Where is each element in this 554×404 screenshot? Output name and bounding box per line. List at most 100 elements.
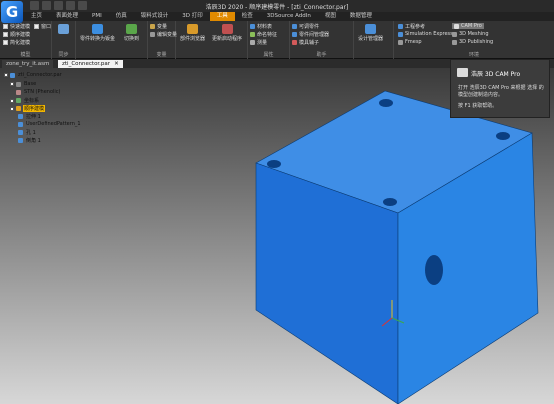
sync-subgroup: 同步 [52, 21, 76, 59]
tree-item-extrude[interactable]: 拉伸 1 [18, 113, 42, 120]
variables-group: 变量 编辑变量 变量 [148, 21, 177, 59]
side-hole[interactable] [425, 255, 443, 285]
sync-icon [58, 24, 69, 34]
fmesp-icon [398, 39, 403, 45]
tab-view[interactable]: 视图 [318, 12, 343, 21]
tree-item-base[interactable]: Base [10, 81, 37, 87]
mount-hole-left[interactable] [267, 160, 281, 168]
tree-item-material[interactable]: STN (Phenolic) [16, 89, 61, 95]
mold-helper-label[interactable]: 模具辅子 [299, 39, 319, 46]
update-group: 部件浏览器 更新启动程序 [176, 21, 248, 59]
simplified-model-radio[interactable] [3, 40, 8, 45]
3d-meshing-label[interactable]: 3D Meshing [459, 31, 489, 37]
sequential-model-radio[interactable] [3, 32, 8, 37]
tab-sheetmetal-design[interactable]: 钣料式设计 [134, 12, 176, 21]
convert-to-sheetmetal-button[interactable]: 零件转换为钣金 [80, 24, 115, 42]
mount-hole-front[interactable] [383, 198, 397, 206]
tree-item-pattern[interactable]: UserDefinedPattern_1 [18, 121, 82, 127]
sheetmetal-icon [92, 24, 103, 34]
tab-tools[interactable]: 工具 [209, 12, 235, 21]
material-table-label[interactable]: 材料表 [257, 23, 272, 30]
tree-checkbox[interactable] [4, 73, 8, 77]
tree-item-label: 倒角 1 [26, 138, 41, 144]
named-features-label[interactable]: 命名特征 [257, 31, 277, 38]
model-group-label: 模型 [20, 52, 31, 58]
cam-pro-label[interactable]: CAM Pro [461, 23, 482, 29]
chamfer-icon [18, 138, 23, 143]
hole-icon [18, 130, 23, 135]
tab-surface[interactable]: 表面处理 [49, 12, 85, 21]
model-group: 快速建模 顺序建模 简化建模 窗口 模型 [0, 21, 52, 59]
doc-tab-assembly[interactable]: zone_try_it.asm [2, 60, 54, 68]
variables-label[interactable]: 变量 [157, 23, 167, 30]
update-launcher-button[interactable]: 更新启动程序 [212, 24, 242, 42]
mount-hole-back[interactable] [379, 99, 393, 107]
sequential-model-label: 顺序建模 [10, 32, 31, 38]
tree-item-label: STN (Phenolic) [24, 89, 61, 95]
window-title: 浩辰3D 2020 - 顺序建模零件 - [zti_Connector.par] [205, 4, 349, 11]
doc-tab-assembly-label: zone_try_it.asm [6, 61, 50, 67]
design-manager-icon [365, 24, 376, 34]
update-launcher-label: 更新启动程序 [212, 36, 243, 42]
tree-checkbox[interactable] [10, 98, 14, 103]
mount-hole-right[interactable] [496, 132, 510, 140]
adjustable-part-icon [292, 24, 297, 29]
sync-group-label: 同步 [58, 52, 69, 58]
window-checkbox[interactable] [34, 24, 39, 29]
cam-pro-icon [454, 23, 459, 29]
adjustable-part-label[interactable]: 可调零件 [299, 23, 319, 30]
tree-item-label: 拉伸 1 [26, 114, 41, 120]
close-tab-icon[interactable]: ✕ [114, 61, 119, 67]
app-logo[interactable]: G [1, 1, 23, 23]
tab-pmi[interactable]: PMI [85, 12, 109, 21]
tree-checkbox[interactable] [10, 106, 14, 111]
extrude-icon [18, 114, 23, 119]
tab-3dsource[interactable]: 3DSource AddIn [260, 12, 318, 21]
3d-publishing-label[interactable]: 3D Publishing [459, 39, 493, 45]
simulation-express-icon [398, 31, 403, 37]
helper-group: 可调零件 零件间管理器 模具辅子 助手 [290, 21, 354, 59]
part-browser-button[interactable]: 部件浏览器 [180, 24, 205, 42]
tab-3d-print[interactable]: 3D 打印 [175, 12, 209, 21]
part-browser-label: 部件浏览器 [180, 36, 206, 42]
tooltip-help: 按 F1 获取帮助。 [458, 103, 498, 109]
sequential-icon [16, 106, 21, 111]
tooltip-title: 浩辰 3D CAM Pro [471, 71, 521, 78]
tree-checkbox[interactable] [10, 82, 14, 86]
simulation-express-label[interactable]: Simulation Express [405, 31, 453, 37]
design-manager-button[interactable]: 设计管理器 [358, 24, 383, 42]
tab-inspect[interactable]: 检查 [235, 12, 260, 21]
part-icon [10, 72, 15, 78]
convert-group: 零件转换为钣金 切换到 [76, 21, 148, 59]
tree-item-chamfer[interactable]: 倒角 1 [18, 137, 42, 144]
edit-variables-label[interactable]: 编辑变量 [157, 31, 177, 38]
tree-item-label: 顺序建模 [23, 105, 46, 112]
tree-item-hole[interactable]: 孔 1 [18, 129, 37, 136]
title-bar: 浩辰3D 2020 - 顺序建模零件 - [zti_Connector.par] [0, 0, 554, 12]
engineering-reference-label[interactable]: 工程参考 [405, 23, 425, 30]
fmesp-label[interactable]: Fmesp [405, 39, 422, 45]
doc-tab-connector[interactable]: zti_Connector.par ✕ [58, 60, 123, 68]
properties-group: 材料表 命名特征 测量 属性 [248, 21, 290, 59]
tooltip-description: 打开 浩辰3D CAM Pro 来根据 选择 的 模型创建制造内容。 [458, 85, 544, 98]
variables-icon [150, 24, 155, 29]
properties-group-label: 属性 [263, 52, 274, 58]
sync-button[interactable] [58, 24, 69, 35]
material-table-icon [250, 24, 255, 29]
tree-item-label: 孔 1 [26, 130, 36, 136]
tree-item-label: UserDefinedPattern_1 [26, 121, 81, 127]
3d-meshing-icon [452, 31, 457, 37]
tree-item-label: zti_Connector.par [18, 72, 62, 78]
switch-to-button[interactable]: 切换到 [124, 24, 139, 42]
interpart-manager-label[interactable]: 零件间管理器 [299, 31, 329, 38]
fast-model-label: 快速建模 [10, 24, 31, 30]
tree-item-csys[interactable]: 坐标系 [10, 97, 40, 104]
tree-item-sequential[interactable]: 顺序建模 [10, 105, 46, 112]
measure-label[interactable]: 测量 [257, 39, 267, 46]
tab-simulation[interactable]: 仿真 [109, 12, 134, 21]
tree-item-root[interactable]: zti_Connector.par [4, 72, 63, 78]
tab-data-management[interactable]: 数据管理 [343, 12, 379, 21]
ribbon-tab-bar: 主页 表面处理 PMI 仿真 钣料式设计 3D 打印 工具 检查 3DSourc… [24, 12, 379, 21]
fast-model-radio[interactable] [3, 24, 8, 29]
tab-home[interactable]: 主页 [24, 12, 49, 21]
